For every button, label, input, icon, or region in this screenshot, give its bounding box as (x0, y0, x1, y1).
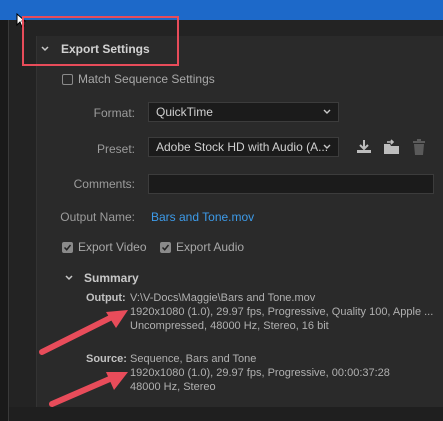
format-dropdown[interactable]: QuickTime (148, 102, 339, 122)
preset-label: Preset: (96, 142, 135, 156)
checkmark-icon (63, 244, 72, 251)
download-icon[interactable] (355, 139, 373, 155)
match-sequence-checkbox[interactable] (62, 74, 73, 85)
source-video-info: 1920x1080 (1.0), 29.97 fps, Progressive,… (130, 367, 390, 379)
annotation-arrow-icon (49, 372, 128, 407)
summary-title[interactable]: Summary (84, 271, 139, 285)
trash-icon[interactable] (411, 138, 427, 156)
export-video-label: Export Video (78, 240, 147, 254)
source-name: Sequence, Bars and Tone (130, 353, 257, 365)
comments-input[interactable] (148, 174, 434, 194)
checkmark-icon (161, 244, 170, 251)
preset-dropdown[interactable]: Adobe Stock HD with Audio (A... (148, 137, 339, 157)
output-name-link[interactable]: Bars and Tone.mov (151, 210, 254, 224)
output-audio-info: Uncompressed, 48000 Hz, Stereo, 16 bit (130, 320, 329, 332)
import-preset-icon[interactable] (382, 139, 402, 156)
chevron-down-icon[interactable] (64, 273, 74, 283)
format-value: QuickTime (156, 105, 213, 119)
export-audio-checkbox[interactable] (160, 242, 171, 253)
annotation-highlight-box (22, 16, 179, 66)
annotation-arrow-icon (39, 310, 128, 355)
output-video-info: 1920x1080 (1.0), 29.97 fps, Progressive,… (130, 306, 434, 318)
export-video-checkbox[interactable] (62, 242, 73, 253)
export-audio-label: Export Audio (176, 240, 245, 254)
preset-value: Adobe Stock HD with Audio (A... (156, 140, 329, 154)
comments-label: Comments: (73, 177, 135, 191)
format-label: Format: (93, 106, 135, 120)
output-path: V:\V-Docs\Maggie\Bars and Tone.mov (130, 292, 316, 304)
chevron-down-icon (323, 144, 331, 149)
left-panel-edge (0, 20, 8, 421)
chevron-down-icon (323, 109, 331, 114)
source-audio-info: 48000 Hz, Stereo (130, 381, 216, 393)
match-sequence-label: Match Sequence Settings (78, 72, 215, 86)
output-name-label: Output Name: (60, 210, 135, 224)
panel-divider (8, 20, 9, 421)
